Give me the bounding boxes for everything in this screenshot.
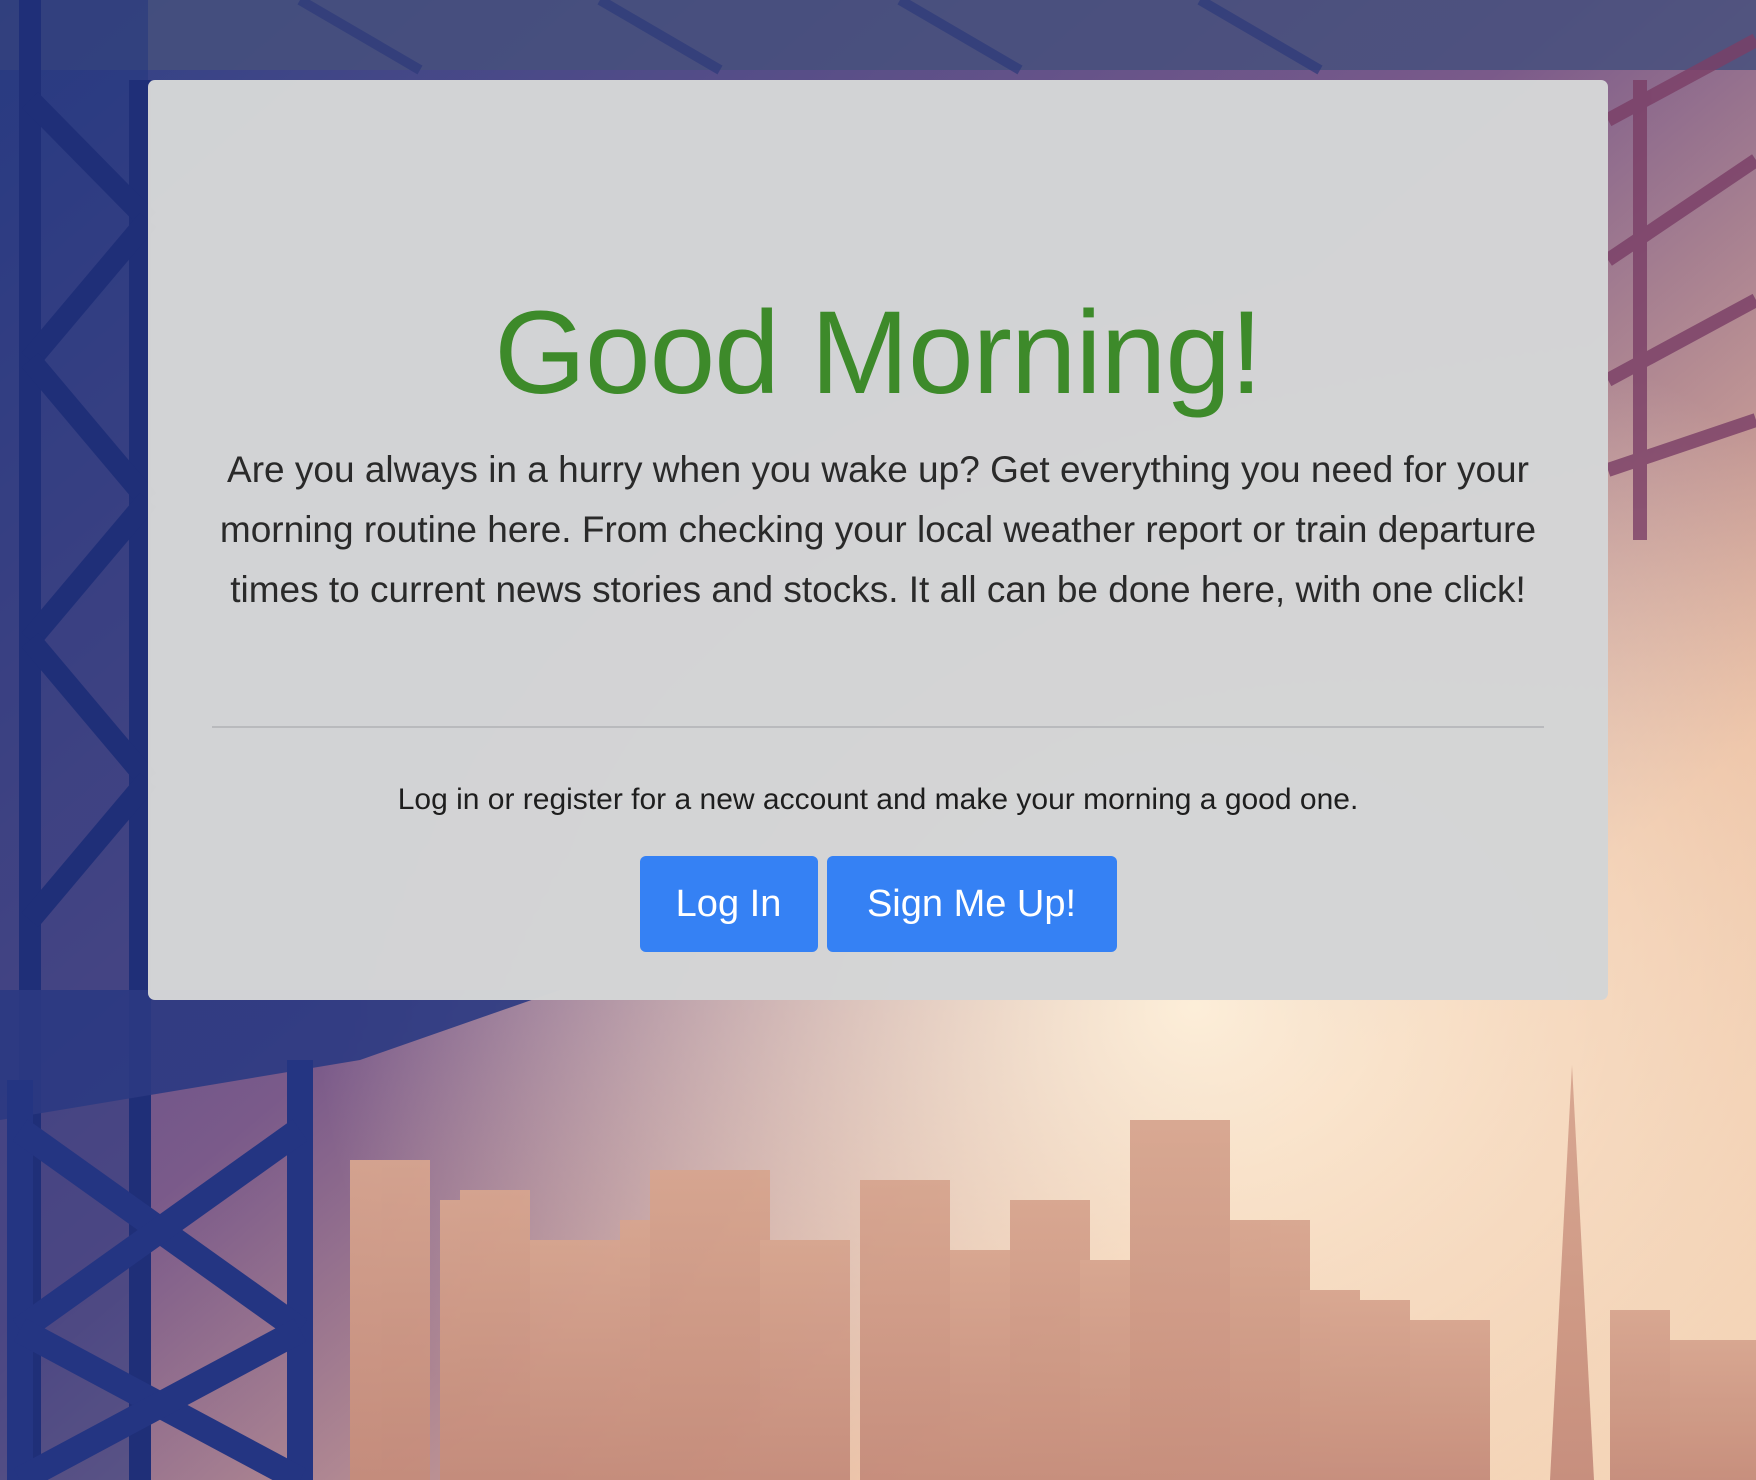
auth-actions: Log In Sign Me Up!	[148, 856, 1608, 952]
page-title: Good Morning!	[494, 287, 1263, 419]
landing-page: Good Morning! Are you always in a hurry …	[0, 0, 1756, 1480]
call-to-action-text: Log in or register for a new account and…	[397, 783, 1359, 816]
login-button[interactable]: Log In	[639, 856, 818, 952]
hero-description: Are you always in a hurry when you wake …	[219, 449, 1537, 610]
hero-panel: Good Morning! Are you always in a hurry …	[148, 80, 1608, 1000]
divider	[212, 726, 1544, 728]
signup-button[interactable]: Sign Me Up!	[826, 856, 1117, 952]
